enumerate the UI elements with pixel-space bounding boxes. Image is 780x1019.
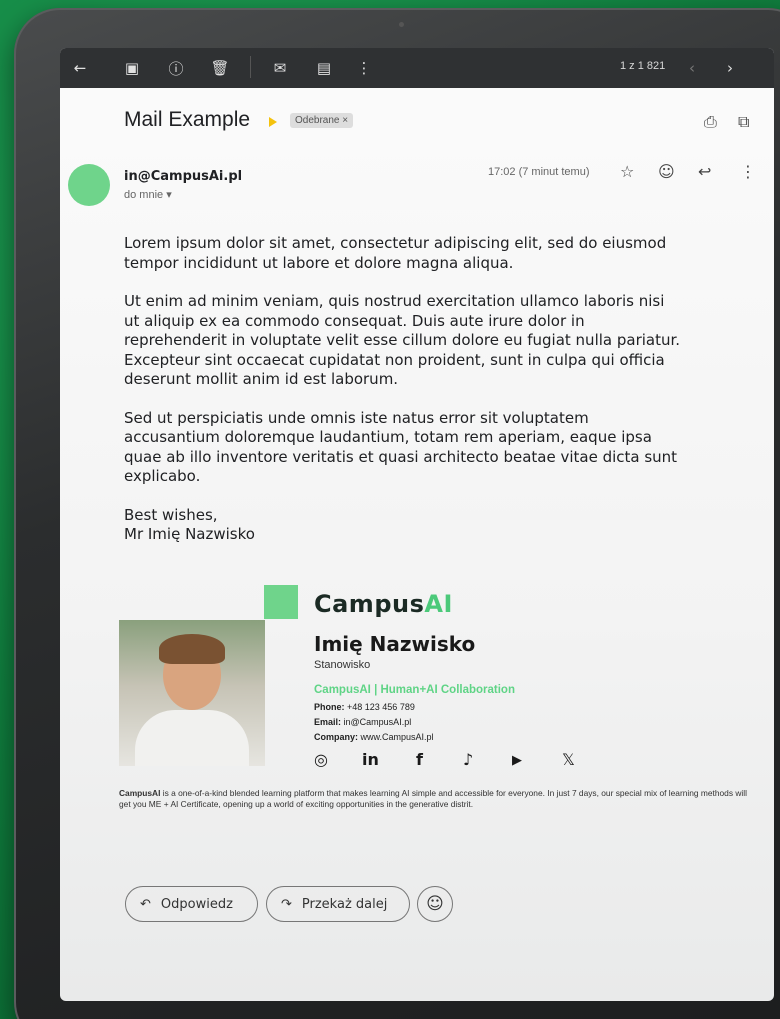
arrow-left-icon[interactable]: ← [70, 58, 90, 78]
report-spam-icon[interactable]: ⓘ [166, 58, 186, 78]
email-subject: Mail Example [124, 108, 251, 131]
campusai-logo: CampusAI [314, 590, 453, 618]
signature-phone: Phone: +48 123 456 789 [314, 702, 415, 712]
star-icon[interactable]: ☆ [620, 162, 634, 181]
reply-button-label: Odpowiedz [160, 896, 233, 912]
recipient-details[interactable]: do mnie ▾ [124, 188, 172, 201]
tablet-frame: ← ▣ ⓘ 🗑 ✉ ▤ ⋮ 1 z 1 821 ‹ › Mail Example… [14, 8, 780, 1019]
logo-accent-text: AI [424, 590, 453, 618]
email-timestamp: 17:02 (7 minut temu) [488, 166, 590, 178]
subject-row: Mail Example Odebrane × ⎙ ⧉ [124, 108, 764, 138]
signature-disclaimer: CampusAI is a one-of-a-kind blended lear… [119, 788, 759, 810]
forward-icon: ↷ [281, 896, 292, 912]
more-vertical-icon[interactable]: ⋮ [354, 58, 374, 78]
reply-icon: ↶ [140, 896, 151, 912]
brand-square [264, 585, 298, 619]
toolbar-divider [250, 56, 251, 78]
closing-block: Best wishes, Mr Imię Nazwisko [124, 506, 684, 545]
x-twitter-icon[interactable]: 𝕏 [562, 750, 575, 769]
chevron-left-icon[interactable]: ‹ [682, 58, 702, 78]
signature-tagline: CampusAI | Human+AI Collaboration [314, 684, 515, 696]
more-vertical-icon[interactable]: ⋮ [740, 162, 756, 181]
linkedin-icon[interactable]: in [362, 750, 379, 769]
emoji-reaction-icon[interactable]: ☺ [658, 162, 675, 181]
open-in-new-window-icon[interactable]: ⧉ [738, 112, 749, 132]
sender-avatar[interactable] [68, 164, 110, 206]
importance-marker-icon[interactable] [269, 117, 277, 127]
closing-name: Mr Imię Nazwisko [124, 525, 255, 543]
body-paragraph: Ut enim ad minim veniam, quis nostrud ex… [124, 292, 681, 388]
signature-company: Company: www.CampusAI.pl [314, 732, 434, 742]
archive-icon[interactable]: ▣ [122, 58, 142, 78]
front-camera [399, 22, 404, 27]
email-body: Lorem ipsum dolor sit amet, consectetur … [124, 234, 684, 545]
photo-hair [159, 634, 225, 664]
emoji-reaction-button[interactable]: ☺ [417, 886, 453, 922]
print-icon[interactable]: ⎙ [704, 112, 717, 132]
sender-address[interactable]: in@CampusAi.pl [124, 169, 242, 184]
youtube-icon[interactable]: ▶ [512, 753, 522, 768]
mail-screen: ← ▣ ⓘ 🗑 ✉ ▤ ⋮ 1 z 1 821 ‹ › Mail Example… [60, 48, 774, 1001]
move-to-folder-icon[interactable]: ▤ [314, 58, 334, 78]
body-paragraph: Lorem ipsum dolor sit amet, consectetur … [124, 234, 667, 272]
mark-unread-icon[interactable]: ✉ [270, 58, 290, 78]
instagram-icon[interactable]: ◎ [314, 750, 328, 769]
facebook-icon[interactable]: f [416, 750, 423, 769]
smiley-icon: ☺ [426, 894, 444, 914]
inbox-label-chip[interactable]: Odebrane × [290, 113, 354, 128]
closing-greeting: Best wishes, [124, 505, 218, 524]
body-paragraph: Sed ut perspiciatis unde omnis iste natu… [124, 408, 678, 486]
reply-button[interactable]: ↶ Odpowiedz [125, 886, 258, 922]
signature-role: Stanowisko [314, 659, 371, 671]
footer-text: is a one-of-a-kind blended learning plat… [119, 788, 747, 809]
trash-icon[interactable]: 🗑 [210, 58, 230, 78]
mail-toolbar: ← ▣ ⓘ 🗑 ✉ ▤ ⋮ 1 z 1 821 ‹ › [60, 48, 774, 88]
chevron-right-icon[interactable]: › [720, 58, 740, 78]
forward-button[interactable]: ↷ Przekaż dalej [266, 886, 410, 922]
signature-email: Email: in@CampusAI.pl [314, 717, 412, 727]
signature-name: Imię Nazwisko [314, 632, 476, 656]
tiktok-icon[interactable]: ♪ [463, 750, 473, 769]
message-counter: 1 z 1 821 [620, 60, 666, 72]
logo-main-text: Campus [314, 590, 425, 618]
reply-icon[interactable]: ↩ [698, 162, 711, 181]
forward-button-label: Przekaż dalej [301, 896, 388, 912]
signature-photo [119, 620, 265, 766]
photo-shirt [135, 710, 249, 766]
footer-brand: CampusAI [119, 788, 161, 798]
